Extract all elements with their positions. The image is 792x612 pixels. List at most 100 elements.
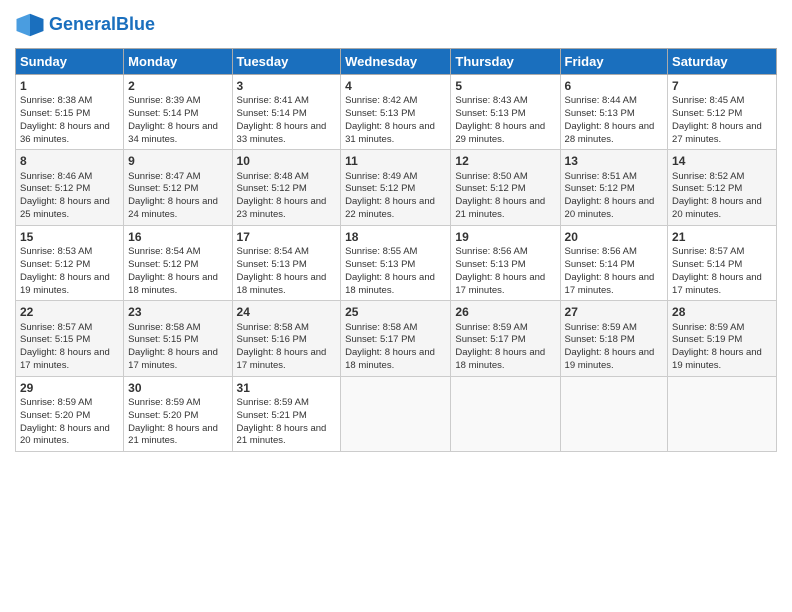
col-header-friday: Friday (560, 49, 668, 75)
logo-text: GeneralBlue (49, 15, 155, 35)
page: GeneralBlue SundayMondayTuesdayWednesday… (0, 0, 792, 612)
calendar-cell: 27 Sunrise: 8:59 AM Sunset: 5:18 PM Dayli… (560, 301, 668, 376)
day-info: Sunrise: 8:44 AM Sunset: 5:13 PM Dayligh… (565, 95, 655, 144)
day-info: Sunrise: 8:57 AM Sunset: 5:15 PM Dayligh… (20, 322, 110, 371)
day-number: 31 (237, 380, 337, 396)
calendar-cell: 4Sunrise: 8:42 AM Sunset: 5:13 PM Daylig… (341, 75, 451, 150)
day-info: Sunrise: 8:59 AM Sunset: 5:19 PM Dayligh… (672, 322, 762, 371)
calendar-cell: 12 Sunrise: 8:50 AM Sunset: 5:12 PM Dayli… (451, 150, 560, 225)
day-number: 10 (237, 153, 337, 169)
calendar-cell: 22Sunrise: 8:57 AM Sunset: 5:15 PM Dayli… (16, 301, 124, 376)
day-number: 20 (565, 229, 664, 245)
calendar-cell: 7Sunrise: 8:45 AM Sunset: 5:12 PM Daylig… (668, 75, 777, 150)
day-number: 5 (455, 78, 555, 94)
calendar-cell: 17Sunrise: 8:54 AM Sunset: 5:13 PM Dayli… (232, 225, 341, 300)
calendar-week-1: 1Sunrise: 8:38 AM Sunset: 5:15 PM Daylig… (16, 75, 777, 150)
day-info: Sunrise: 8:45 AM Sunset: 5:12 PM Dayligh… (672, 95, 762, 144)
col-header-monday: Monday (124, 49, 232, 75)
day-number: 21 (672, 229, 772, 245)
day-info: Sunrise: 8:59 AM Sunset: 5:18 PM Dayligh… (565, 322, 655, 371)
day-info: Sunrise: 8:49 AM Sunset: 5:12 PM Dayligh… (345, 171, 435, 220)
day-info: Sunrise: 8:46 AM Sunset: 5:12 PM Dayligh… (20, 171, 110, 220)
day-info: Sunrise: 8:50 AM Sunset: 5:12 PM Dayligh… (455, 171, 545, 220)
day-number: 26 (455, 304, 555, 320)
day-info: Sunrise: 8:55 AM Sunset: 5:13 PM Dayligh… (345, 246, 435, 295)
day-info: Sunrise: 8:56 AM Sunset: 5:13 PM Dayligh… (455, 246, 545, 295)
day-number: 24 (237, 304, 337, 320)
day-number: 16 (128, 229, 227, 245)
day-info: Sunrise: 8:58 AM Sunset: 5:17 PM Dayligh… (345, 322, 435, 371)
calendar-cell: 23 Sunrise: 8:58 AM Sunset: 5:15 PM Dayli… (124, 301, 232, 376)
logo-general: General (49, 14, 116, 34)
day-info: Sunrise: 8:58 AM Sunset: 5:15 PM Dayligh… (128, 322, 218, 371)
day-number: 27 (565, 304, 664, 320)
col-header-saturday: Saturday (668, 49, 777, 75)
day-info: Sunrise: 8:59 AM Sunset: 5:20 PM Dayligh… (128, 397, 218, 446)
day-info: Sunrise: 8:43 AM Sunset: 5:13 PM Dayligh… (455, 95, 545, 144)
day-info: Sunrise: 8:52 AM Sunset: 5:12 PM Dayligh… (672, 171, 762, 220)
calendar-cell: 2Sunrise: 8:39 AM Sunset: 5:14 PM Daylig… (124, 75, 232, 150)
day-number: 13 (565, 153, 664, 169)
calendar-cell: 19Sunrise: 8:56 AM Sunset: 5:13 PM Dayli… (451, 225, 560, 300)
calendar-cell: 9Sunrise: 8:47 AM Sunset: 5:12 PM Daylig… (124, 150, 232, 225)
calendar-cell: 29Sunrise: 8:59 AM Sunset: 5:20 PM Dayli… (16, 376, 124, 451)
calendar-table: SundayMondayTuesdayWednesdayThursdayFrid… (15, 48, 777, 452)
calendar-cell: 8 Sunrise: 8:46 AM Sunset: 5:12 PM Daylig… (16, 150, 124, 225)
day-number: 30 (128, 380, 227, 396)
calendar-cell: 26 Sunrise: 8:59 AM Sunset: 5:17 PM Dayli… (451, 301, 560, 376)
calendar-week-5: 29Sunrise: 8:59 AM Sunset: 5:20 PM Dayli… (16, 376, 777, 451)
calendar-header-row: SundayMondayTuesdayWednesdayThursdayFrid… (16, 49, 777, 75)
calendar-cell: 30Sunrise: 8:59 AM Sunset: 5:20 PM Dayli… (124, 376, 232, 451)
day-number: 19 (455, 229, 555, 245)
col-header-sunday: Sunday (16, 49, 124, 75)
calendar-cell: 20Sunrise: 8:56 AM Sunset: 5:14 PM Dayli… (560, 225, 668, 300)
day-number: 2 (128, 78, 227, 94)
day-number: 3 (237, 78, 337, 94)
calendar-cell: 13 Sunrise: 8:51 AM Sunset: 5:12 PM Dayli… (560, 150, 668, 225)
day-number: 25 (345, 304, 446, 320)
calendar-week-3: 15Sunrise: 8:53 AM Sunset: 5:12 PM Dayli… (16, 225, 777, 300)
day-info: Sunrise: 8:59 AM Sunset: 5:21 PM Dayligh… (237, 397, 327, 446)
calendar-cell: 11Sunrise: 8:49 AM Sunset: 5:12 PM Dayli… (341, 150, 451, 225)
col-header-wednesday: Wednesday (341, 49, 451, 75)
calendar-cell: 31Sunrise: 8:59 AM Sunset: 5:21 PM Dayli… (232, 376, 341, 451)
calendar-cell (451, 376, 560, 451)
day-number: 7 (672, 78, 772, 94)
calendar-cell (341, 376, 451, 451)
calendar-cell: 28 Sunrise: 8:59 AM Sunset: 5:19 PM Dayli… (668, 301, 777, 376)
day-info: Sunrise: 8:54 AM Sunset: 5:12 PM Dayligh… (128, 246, 218, 295)
day-number: 9 (128, 153, 227, 169)
day-info: Sunrise: 8:42 AM Sunset: 5:13 PM Dayligh… (345, 95, 435, 144)
calendar-cell (668, 376, 777, 451)
calendar-cell (560, 376, 668, 451)
col-header-thursday: Thursday (451, 49, 560, 75)
calendar-cell: 1Sunrise: 8:38 AM Sunset: 5:15 PM Daylig… (16, 75, 124, 150)
logo-blue: Blue (116, 14, 155, 34)
day-number: 12 (455, 153, 555, 169)
calendar-cell: 14Sunrise: 8:52 AM Sunset: 5:12 PM Dayli… (668, 150, 777, 225)
day-number: 8 (20, 153, 119, 169)
calendar-cell: 18Sunrise: 8:55 AM Sunset: 5:13 PM Dayli… (341, 225, 451, 300)
day-info: Sunrise: 8:53 AM Sunset: 5:12 PM Dayligh… (20, 246, 110, 295)
day-info: Sunrise: 8:54 AM Sunset: 5:13 PM Dayligh… (237, 246, 327, 295)
day-info: Sunrise: 8:51 AM Sunset: 5:12 PM Dayligh… (565, 171, 655, 220)
logo-icon (15, 10, 45, 40)
header: GeneralBlue (15, 10, 777, 40)
day-number: 28 (672, 304, 772, 320)
day-number: 15 (20, 229, 119, 245)
col-header-tuesday: Tuesday (232, 49, 341, 75)
calendar-cell: 16Sunrise: 8:54 AM Sunset: 5:12 PM Dayli… (124, 225, 232, 300)
day-number: 1 (20, 78, 119, 94)
day-info: Sunrise: 8:59 AM Sunset: 5:20 PM Dayligh… (20, 397, 110, 446)
day-info: Sunrise: 8:39 AM Sunset: 5:14 PM Dayligh… (128, 95, 218, 144)
day-number: 23 (128, 304, 227, 320)
day-info: Sunrise: 8:58 AM Sunset: 5:16 PM Dayligh… (237, 322, 327, 371)
calendar-cell: 25 Sunrise: 8:58 AM Sunset: 5:17 PM Dayli… (341, 301, 451, 376)
calendar-cell: 5Sunrise: 8:43 AM Sunset: 5:13 PM Daylig… (451, 75, 560, 150)
logo: GeneralBlue (15, 10, 155, 40)
calendar-cell: 3Sunrise: 8:41 AM Sunset: 5:14 PM Daylig… (232, 75, 341, 150)
day-number: 29 (20, 380, 119, 396)
day-number: 18 (345, 229, 446, 245)
day-info: Sunrise: 8:59 AM Sunset: 5:17 PM Dayligh… (455, 322, 545, 371)
calendar-cell: 6Sunrise: 8:44 AM Sunset: 5:13 PM Daylig… (560, 75, 668, 150)
